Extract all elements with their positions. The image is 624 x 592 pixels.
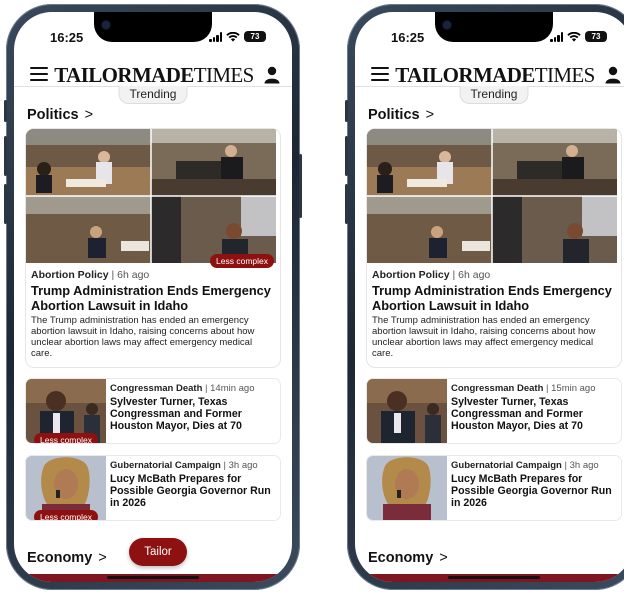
article-category: Congressman Death [451, 383, 544, 394]
cellular-signal-icon [550, 31, 563, 42]
article-row[interactable]: Gubernatorial Campaign | 3h ago Lucy McB… [367, 456, 621, 520]
cellular-signal-icon [209, 31, 222, 42]
article-category: Gubernatorial Campaign [451, 460, 562, 471]
tailor-button[interactable]: Tailor [129, 538, 187, 566]
section-economy[interactable]: Economy > [27, 550, 107, 566]
article-time: | 15min ago [546, 383, 596, 394]
complexity-badge[interactable]: Less complex [34, 510, 98, 520]
article-title[interactable]: Sylvester Turner, Texas Congressman and … [110, 396, 276, 433]
complexity-badge[interactable]: Less complex [34, 433, 98, 443]
wifi-icon [567, 31, 581, 42]
article-category: Gubernatorial Campaign [110, 460, 221, 471]
volume-down-button [4, 184, 7, 224]
trending-tab[interactable]: Trending [459, 86, 529, 104]
article-time: | 3h ago [564, 460, 599, 471]
chevron-right-icon: > [439, 550, 448, 566]
front-camera [102, 21, 110, 29]
screen: 16:25 73 TAILORMADETIMES Trending Politi… [355, 12, 624, 582]
featured-article-category: Abortion Policy [31, 269, 109, 281]
article-title[interactable]: Lucy McBath Prepares for Possible Georgi… [110, 473, 276, 510]
person-icon[interactable] [605, 66, 621, 84]
article-title[interactable]: Sylvester Turner, Texas Congressman and … [451, 396, 617, 433]
power-button [299, 154, 302, 218]
article-time: | 3h ago [223, 460, 258, 471]
chevron-right-icon: > [84, 107, 94, 123]
volume-up-button [345, 136, 348, 176]
article-time: | 14min ago [205, 383, 255, 394]
featured-article-meta: Abortion Policy | 6h ago [372, 269, 490, 281]
status-bar: 16:25 73 [355, 12, 624, 58]
person-icon[interactable] [264, 66, 280, 84]
mute-switch [4, 100, 7, 122]
featured-article-time: | 6h ago [111, 269, 150, 281]
wifi-icon [226, 31, 240, 42]
featured-article-title[interactable]: Trump Administration Ends Emergency Abor… [372, 283, 615, 313]
featured-article-category: Abortion Policy [372, 269, 450, 281]
volume-down-button [345, 184, 348, 224]
section-politics[interactable]: Politics > [368, 107, 434, 123]
phone-right: 16:25 73 TAILORMADETIMES Trending Politi… [345, 4, 624, 590]
article-row[interactable]: Less complex Congressman Death | 14min a… [26, 379, 280, 443]
courtroom-photo [26, 129, 276, 263]
chevron-right-icon: > [425, 107, 435, 123]
featured-article-summary: The Trump administration has ended an em… [31, 315, 255, 359]
screen: 16:25 73 TAILORMADETIMES Trending Politi… [14, 12, 292, 582]
article-thumbnail [367, 456, 447, 520]
volume-up-button [4, 136, 7, 176]
article-row[interactable]: Less complex Gubernatorial Campaign | 3h… [26, 456, 280, 520]
article-category: Congressman Death [110, 383, 203, 394]
article-row[interactable]: Congressman Death | 15min ago Sylvester … [367, 379, 621, 443]
article-thumbnail [367, 379, 447, 443]
status-icons: 73 [550, 31, 607, 42]
featured-article-card[interactable]: Less complex Abortion Policy | 6h ago Tr… [26, 129, 280, 367]
complexity-badge[interactable]: Less complex [210, 254, 274, 268]
courtroom-photo [367, 129, 617, 263]
article-title[interactable]: Lucy McBath Prepares for Possible Georgi… [451, 473, 617, 510]
home-indicator[interactable] [107, 576, 199, 579]
section-politics-label: Politics [27, 107, 79, 123]
article-meta: Congressman Death | 14min ago [110, 383, 276, 394]
article-meta: Congressman Death | 15min ago [451, 383, 617, 394]
status-time: 16:25 [391, 30, 425, 45]
status-bar: 16:25 73 [14, 12, 292, 58]
featured-article-card[interactable]: Abortion Policy | 6h ago Trump Administr… [367, 129, 621, 367]
notch [94, 12, 212, 42]
battery-icon: 73 [244, 31, 266, 42]
section-economy[interactable]: Economy > [368, 550, 448, 566]
featured-article-summary: The Trump administration has ended an em… [372, 315, 596, 359]
status-icons: 73 [209, 31, 266, 42]
home-indicator[interactable] [448, 576, 540, 579]
site-logo[interactable]: TAILORMADETIMES [393, 63, 597, 88]
chevron-right-icon: > [98, 550, 107, 566]
article-meta: Gubernatorial Campaign | 3h ago [110, 460, 276, 471]
featured-article-time: | 6h ago [452, 269, 491, 281]
section-economy-label: Economy [27, 550, 93, 566]
status-time: 16:25 [50, 30, 84, 45]
notch [435, 12, 553, 42]
trending-tab[interactable]: Trending [118, 86, 188, 104]
section-politics-label: Politics [368, 107, 420, 123]
section-economy-label: Economy [368, 550, 434, 566]
section-politics[interactable]: Politics > [27, 107, 93, 123]
battery-icon: 73 [585, 31, 607, 42]
mute-switch [345, 100, 348, 122]
article-meta: Gubernatorial Campaign | 3h ago [451, 460, 617, 471]
featured-article-title[interactable]: Trump Administration Ends Emergency Abor… [31, 283, 274, 313]
site-logo[interactable]: TAILORMADETIMES [52, 63, 256, 88]
hamburger-menu-icon[interactable] [30, 67, 48, 81]
front-camera [443, 21, 451, 29]
phone-left: 16:25 73 TAILORMADETIMES Trending Politi… [4, 4, 302, 590]
hamburger-menu-icon[interactable] [371, 67, 389, 81]
featured-article-meta: Abortion Policy | 6h ago [31, 269, 149, 281]
